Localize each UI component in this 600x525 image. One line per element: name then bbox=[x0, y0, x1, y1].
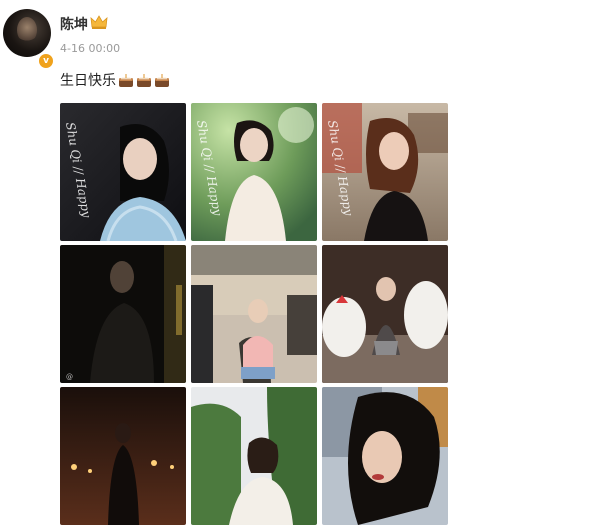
photo-8[interactable] bbox=[191, 387, 317, 525]
verified-badge-icon: v bbox=[37, 52, 55, 70]
avatar[interactable] bbox=[3, 9, 51, 57]
cake-icon bbox=[119, 74, 133, 87]
post-body: 生日快乐 bbox=[60, 73, 116, 89]
svg-text:@: @ bbox=[66, 373, 73, 381]
photo-1[interactable]: Shu Qi // Happy bbox=[60, 103, 186, 241]
photo-7[interactable] bbox=[60, 387, 186, 525]
post-timestamp: 4-16 00:00 bbox=[60, 42, 121, 55]
post-username[interactable]: 陈坤 bbox=[60, 14, 88, 34]
photo-9[interactable] bbox=[322, 387, 448, 525]
photo-2[interactable]: Shu Qi // Happy bbox=[191, 103, 317, 241]
photo-4[interactable]: @ bbox=[60, 245, 186, 383]
cake-icon bbox=[155, 74, 169, 87]
crown-icon bbox=[90, 15, 108, 29]
photo-grid: Shu Qi // Happy Shu Qi // Happy Shu Qi /… bbox=[60, 103, 448, 525]
avatar-portrait bbox=[17, 17, 37, 43]
photo-6[interactable] bbox=[322, 245, 448, 383]
photo-3[interactable]: Shu Qi // Happy bbox=[322, 103, 448, 241]
post-text: 生日快乐 bbox=[60, 70, 170, 90]
cake-icon bbox=[137, 74, 151, 87]
photo-5[interactable] bbox=[191, 245, 317, 383]
